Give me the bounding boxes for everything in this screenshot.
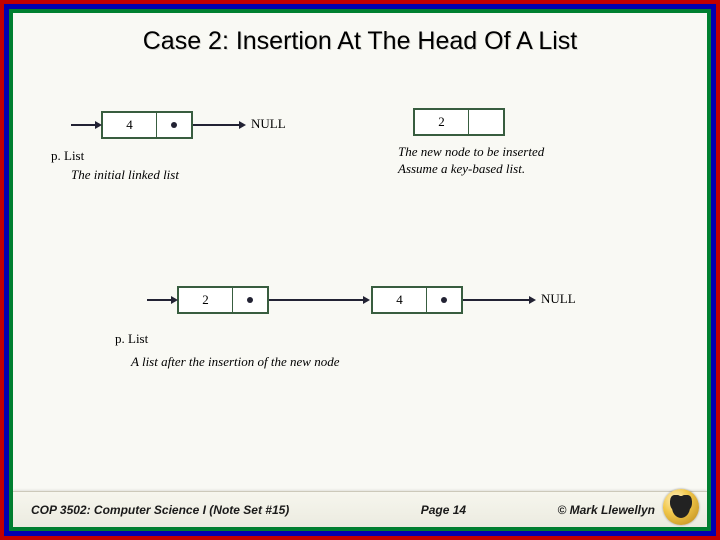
bottom-null-label: NULL [541,291,576,307]
pointer-dot-icon [247,297,253,303]
diagram-canvas: 4 NULL p. List The initial linked list 2… [13,56,707,476]
bottom-node-2-value: 2 [179,288,233,312]
footer-page: Page 14 [289,503,557,517]
arrow-head-icon [95,121,102,129]
arrow-head-icon [529,296,536,304]
footer-left: COP 3502: Computer Science I (Note Set #… [13,503,289,517]
slide-title: Case 2: Insertion At The Head Of A List [13,13,707,56]
arrow-node2-to-node4 [269,299,363,301]
top-newnode-line2: Assume a key-based list. [398,161,525,177]
top-newnode-line1: The new node to be inserted [398,144,544,160]
arrow-plist-to-node4 [71,124,95,126]
top-initial-caption: The initial linked list [71,167,179,183]
arrow-plist-to-node2 [147,299,171,301]
arrow-head-icon [239,121,246,129]
bottom-node-4-value: 4 [373,288,427,312]
arrow-head-icon [171,296,178,304]
bottom-plist-label: p. List [115,331,148,347]
arrow-node4-to-null [193,124,239,126]
pointer-dot-icon [441,297,447,303]
top-node-2: 2 [413,108,505,136]
bottom-node-4: 4 [371,286,463,314]
bottom-after-caption: A list after the insertion of the new no… [131,354,339,370]
top-node-4: 4 [101,111,193,139]
top-node-2-pointer [469,110,503,134]
top-null-label: NULL [251,116,286,132]
top-plist-label: p. List [51,148,84,164]
footer-bar: COP 3502: Computer Science I (Note Set #… [13,491,707,527]
ucf-logo-icon [663,489,699,525]
arrow-node4-to-null-bottom [463,299,529,301]
top-node-4-value: 4 [103,113,157,137]
top-node-4-pointer [157,113,191,137]
bottom-node-4-pointer [427,288,461,312]
bottom-node-2-pointer [233,288,267,312]
pointer-dot-icon [171,122,177,128]
bottom-node-2: 2 [177,286,269,314]
arrow-head-icon [363,296,370,304]
top-node-2-value: 2 [415,110,469,134]
